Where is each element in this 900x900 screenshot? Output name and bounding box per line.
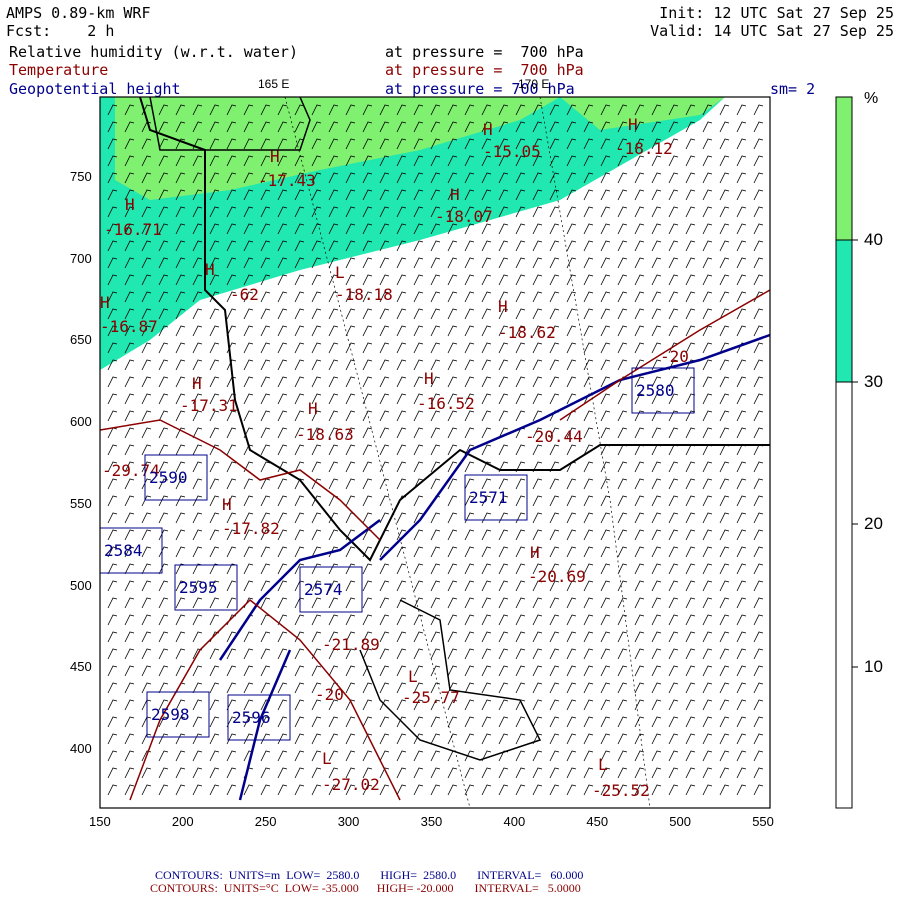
temperature-label: -16.52 [417,394,475,413]
temperature-label: H [125,195,135,214]
y-axis-tick: 500 [70,577,92,593]
temperature-label: H [450,185,460,204]
temperature-label: -18.07 [435,207,493,226]
x-axis-tick: 250 [254,814,277,829]
temperature-label: -15.05 [483,142,541,161]
x-axis-tick: 400 [503,814,526,829]
colorbar-unit: % [864,90,879,107]
height-label: 2595 [179,578,218,597]
colorbar-tick: 30 [864,372,883,391]
x-axis-tick: 550 [752,814,774,829]
temperature-label: -18.63 [296,425,354,444]
temperature-label: -17.82 [222,519,280,538]
x-axis-tick: 300 [337,814,360,829]
x-axis-tick: 150 [89,814,111,829]
temperature-label: -25.52 [592,781,650,800]
temperature-label: -17.31 [180,396,238,415]
height-label: 2596 [232,708,271,727]
x-axis-tick: 200 [171,814,194,829]
temperature-label: L [598,755,608,774]
temperature-label: H [424,369,434,388]
temperature-label: H [308,399,318,418]
temperature-label: -16.71 [104,220,162,239]
temperature-label: -20.44 [525,427,583,446]
temperature-label: -25.77 [402,688,460,707]
temperature-label: -62 [230,285,259,304]
temperature-label: -16.87 [100,317,158,336]
height-label: 2598 [151,705,190,724]
x-axis-tick: 450 [586,814,609,829]
height-label: 2580 [636,381,675,400]
temperature-label: -20 [660,347,689,366]
temperature-label: H [192,374,202,393]
height-label: 2590 [149,468,188,487]
y-axis-tick: 450 [70,659,92,675]
temperature-label: -20.69 [528,567,586,586]
temperature-label: H [498,297,508,316]
temperature-label: -18.12 [615,139,673,158]
colorbar-tick: 40 [864,230,883,249]
temperature-label: H [530,543,540,562]
temperature-label: -21.89 [322,635,380,654]
x-axis-tick: 500 [669,814,691,829]
weather-map: H -15.05 H -18.12 H -17.43 H -18.07 H -16.71 H -62 L… [99,96,858,809]
y-axis-tick: 600 [70,414,92,430]
y-axis-tick: 400 [70,740,92,756]
height-label: 2571 [469,488,508,507]
temperature-label: H [270,147,280,166]
temperature-label: H [483,120,493,139]
y-axis-tick: 700 [70,250,92,266]
temperature-label: -27.02 [322,775,380,794]
temperature-label: H [205,260,215,279]
height-label: 2574 [304,580,343,599]
x-axis-tick: 350 [420,814,443,829]
temperature-label: L [408,667,418,686]
colorbar-tick: 20 [864,514,883,533]
y-axis-tick: 750 [70,169,92,184]
temp-contour-info: CONTOURS: UNITS=°C LOW= -35.000 HIGH= -2… [150,881,581,895]
height-label: 2584 [104,541,143,560]
temperature-label: H [222,495,232,514]
temperature-label: L [322,749,332,768]
y-axis-tick: 550 [70,495,92,511]
colorbar-tick: 10 [864,657,883,676]
temperature-label: -18.18 [335,285,393,304]
temperature-label: H [100,293,110,312]
y-axis-tick: 650 [70,332,92,348]
temperature-label: -17.43 [258,171,316,190]
temperature-label: H [628,115,638,134]
temperature-label: -18.62 [498,323,556,342]
temperature-label: -20 [315,685,344,704]
temperature-label: L [335,263,345,282]
